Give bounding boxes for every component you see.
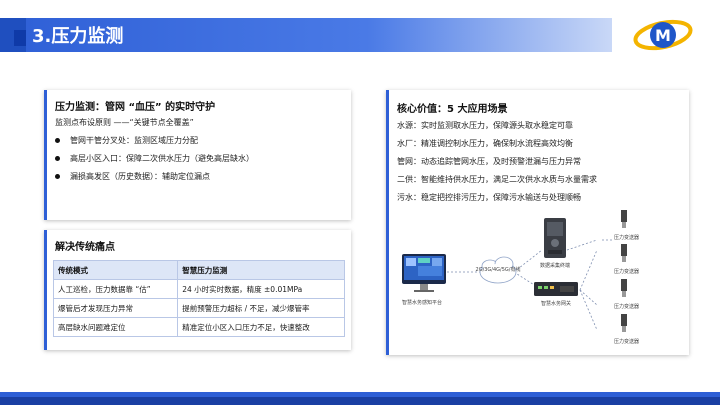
table-cell: 高层缺水问题难定位 (52, 317, 179, 337)
value-line: 管网：动态追踪管网水压，及时预警泄漏与压力异常 (397, 157, 581, 166)
bullet-dot (55, 174, 60, 179)
monitoring-card-title: 压力监测：管网 “血压” 的实时守护 (55, 102, 216, 113)
list-item: 管网干管分叉处：监测区域压力分配 (55, 135, 198, 146)
table-header: 智慧压力监测 (177, 260, 345, 280)
core-value-title: 核心价值：5 大应用场景 (397, 104, 508, 115)
logo-m-icon: M (633, 19, 693, 51)
sensor-label: 压力变送器 (614, 268, 639, 275)
monitor-icon (402, 254, 446, 292)
gateway-label: 智慧水务网关 (541, 300, 571, 307)
list-item: 高层小区入口：保障二次供水压力（避免高层缺水） (55, 153, 254, 164)
table-cell: 爆管后才发现压力异常 (52, 298, 179, 318)
table-cell: 提前预警压力超标 / 不足，减少爆管率 (177, 298, 345, 318)
table-header: 传统模式 (52, 260, 179, 280)
pressure-transmitter-icon (621, 279, 627, 297)
bullet-text: 高层小区入口：保障二次供水压力（避免高层缺水） (70, 154, 254, 163)
pressure-transmitter-icon (621, 244, 627, 262)
table-cell: 24 小时实时数据，精度 ±0.01MPa (177, 279, 345, 299)
value-line: 污水：稳定把控排污压力，保障污水输送与处理顺畅 (397, 193, 581, 202)
list-item: 漏损高发区（历史数据）：辅助定位漏点 (55, 171, 210, 182)
table-cell: 精准定位小区入口压力不足，快速整改 (177, 317, 345, 337)
gateway-icon (534, 282, 578, 296)
value-line: 二供：智能维持供水压力，满足二次供水水质与水量需求 (397, 175, 597, 184)
page-title: 3.压力监测 (32, 26, 124, 47)
pressure-transmitter-icon (621, 314, 627, 332)
table-header-row: 传统模式 智慧压力监测 (52, 260, 345, 280)
title-accent-dark (14, 30, 26, 46)
svg-text:M: M (655, 26, 671, 45)
platform-label: 智慧水务感知平台 (402, 299, 442, 306)
connection-lines (447, 239, 612, 331)
table-cell: 人工巡检，压力数据靠 “估” (52, 279, 179, 299)
monitoring-card: 压力监测：管网 “血压” 的实时守护 监测点布设原则 ——“关键节点全覆盖” 管… (44, 90, 351, 220)
bullet-text: 管网干管分叉处：监测区域压力分配 (70, 136, 198, 145)
sensor-label: 压力变送器 (614, 234, 639, 241)
system-diagram: 智慧水务感知平台 2G/3G/4G/5G/有线 数据采集终端 智慧水务网关 压力… (402, 210, 639, 345)
pain-points-card: 解决传统痛点 传统模式 智慧压力监测 人工巡检，压力数据靠 “估” 24 小时实… (44, 230, 351, 350)
terminal-label: 数据采集终端 (540, 262, 570, 269)
table-row: 爆管后才发现压力异常 提前预警压力超标 / 不足，减少爆管率 (52, 298, 345, 318)
bullet-dot (55, 156, 60, 161)
cloud-label: 2G/3G/4G/5G/有线 (476, 266, 521, 273)
terminal-icon (544, 218, 566, 258)
value-line: 水厂：精准调控制水压力，确保制水流程高效均衡 (397, 139, 573, 148)
bullet-text: 漏损高发区（历史数据）：辅助定位漏点 (70, 172, 210, 181)
table-row: 高层缺水问题难定位 精准定位小区入口压力不足，快速整改 (52, 317, 345, 337)
pain-points-title: 解决传统痛点 (55, 242, 115, 253)
sensor-label: 压力变送器 (614, 338, 639, 345)
value-line: 水源：实时监测取水压力，保障源头取水稳定可靠 (397, 121, 573, 130)
footer-bar-dark (0, 397, 720, 405)
monitoring-card-subtitle: 监测点布设原则 ——“关键节点全覆盖” (55, 118, 194, 127)
bullet-dot (55, 138, 60, 143)
sensor-label: 压力变送器 (614, 303, 639, 310)
table-row: 人工巡检，压力数据靠 “估” 24 小时实时数据，精度 ±0.01MPa (52, 279, 345, 299)
comparison-table: 传统模式 智慧压力监测 人工巡检，压力数据靠 “估” 24 小时实时数据，精度 … (52, 260, 345, 337)
pressure-transmitter-icon (621, 210, 627, 228)
